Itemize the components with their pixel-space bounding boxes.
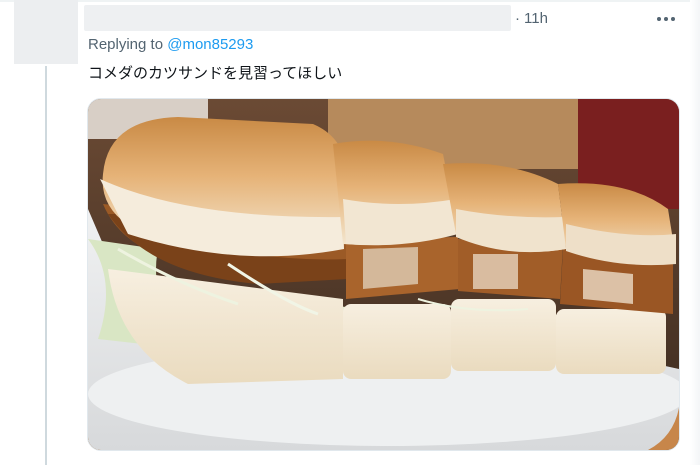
more-options-button[interactable] <box>650 8 682 30</box>
top-divider <box>0 0 700 2</box>
tweet-media-photo[interactable] <box>87 98 680 451</box>
mention-link[interactable]: @mon85293 <box>167 36 253 53</box>
redacted-username[interactable] <box>84 5 511 31</box>
tweet-header: · 11h <box>84 5 548 31</box>
replying-to-label: Replying to <box>88 36 164 53</box>
right-edge-shadow <box>690 0 700 465</box>
more-dots-icon <box>657 17 675 21</box>
tweet-text: コメダのカツサンドを見習ってほしい <box>88 64 343 82</box>
katsu-sandwich-photo-icon <box>88 99 679 450</box>
thread-line <box>45 66 47 465</box>
tweet-timestamp[interactable]: 11h <box>524 10 548 27</box>
header-separator: · <box>515 9 520 27</box>
avatar[interactable] <box>14 0 78 64</box>
replying-to-line: Replying to @mon85293 <box>88 36 253 53</box>
